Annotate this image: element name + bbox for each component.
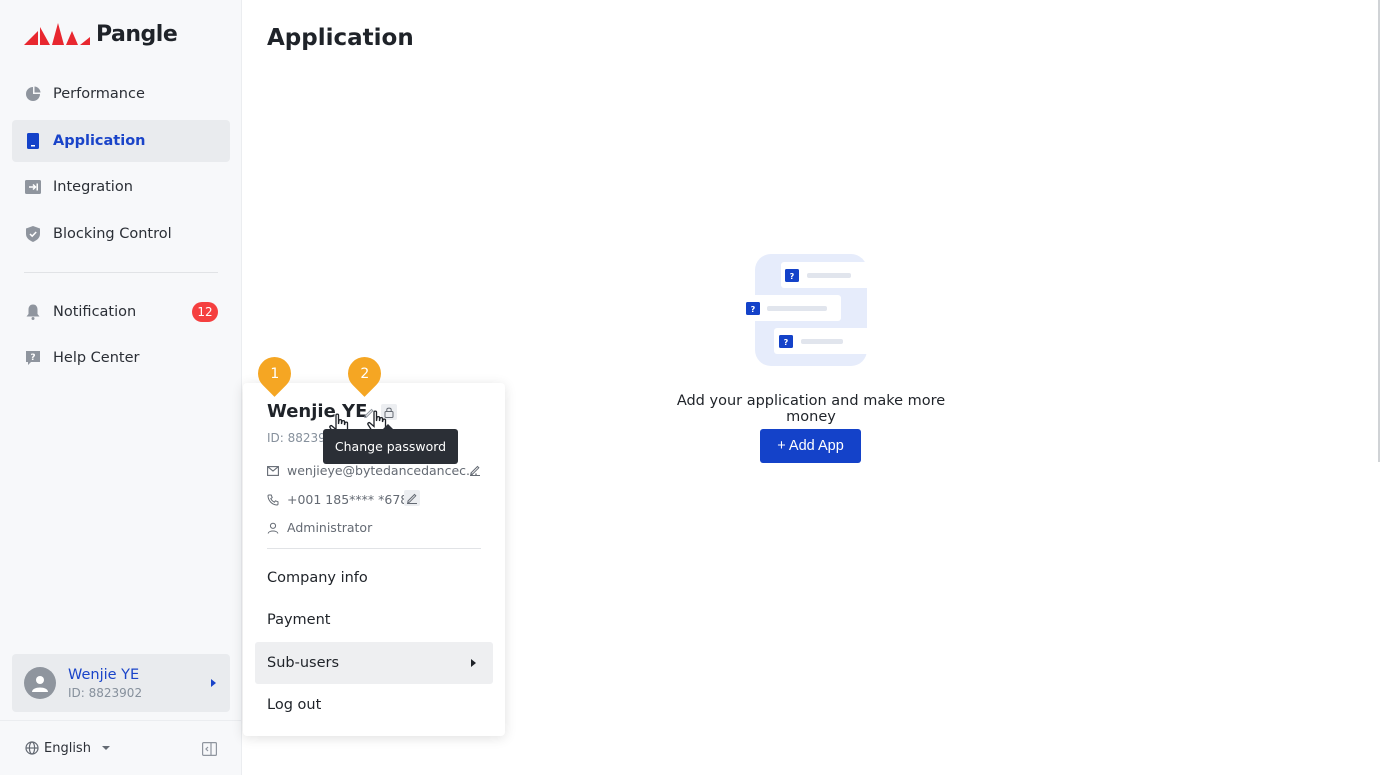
logo-text: Pangle	[96, 21, 178, 47]
language-label: English	[44, 740, 91, 756]
profile-email: wenjieye@bytedancedancec...	[287, 463, 478, 478]
user-card-id: ID: 8823902	[68, 685, 143, 700]
phone-icon	[267, 494, 279, 506]
person-icon	[267, 522, 279, 534]
avatar	[24, 667, 56, 699]
user-icon	[32, 676, 48, 692]
step-marker-label: 1	[270, 365, 279, 382]
sidebar-user-card[interactable]: Wenjie YE ID: 8823902	[12, 654, 230, 712]
help-icon: ?	[24, 350, 41, 367]
menu-item-label: Sub-users	[267, 655, 340, 671]
logo-mark-icon	[24, 23, 90, 45]
svg-text:?: ?	[790, 272, 795, 281]
sidebar-item-label: Integration	[53, 179, 133, 195]
sidebar-footer: English	[0, 720, 241, 775]
notification-badge: 12	[192, 301, 218, 322]
profile-role-row: Administrator	[267, 520, 372, 535]
profile-divider	[267, 548, 481, 549]
menu-item-sub-users[interactable]: Sub-users	[255, 642, 493, 684]
sidebar-nav: Performance Application Integration Bloc…	[12, 73, 230, 384]
edit-email-icon[interactable]	[467, 462, 483, 478]
step-marker-label: 2	[360, 365, 369, 382]
language-selector[interactable]: English	[25, 741, 110, 756]
bell-icon	[24, 303, 41, 320]
change-password-tooltip: Change password	[323, 424, 458, 464]
empty-state-illustration: ? ? ?	[741, 254, 883, 366]
sidebar-item-performance[interactable]: Performance	[12, 73, 230, 115]
sidebar-item-label: Application	[53, 132, 146, 149]
profile-phone: +001 185**** *678	[287, 492, 409, 507]
sidebar-item-help-center[interactable]: ? Help Center	[12, 337, 230, 379]
sidebar-item-integration[interactable]: Integration	[12, 166, 230, 208]
pangle-logo[interactable]: Pangle	[24, 20, 178, 48]
page-title: Application	[267, 25, 414, 51]
caret-right-icon	[471, 659, 476, 667]
empty-state-message: Add your application and make more money	[676, 393, 946, 425]
sidebar-item-label: Blocking Control	[53, 225, 172, 242]
sidebar-item-label: Help Center	[53, 350, 140, 366]
svg-text:?: ?	[30, 353, 35, 363]
profile-phone-row: +001 185**** *678	[267, 492, 408, 507]
menu-item-company-info[interactable]: Company info	[267, 570, 368, 586]
user-card-text: Wenjie YE ID: 8823902	[68, 667, 142, 700]
caret-right-icon	[211, 679, 216, 687]
globe-icon	[25, 741, 39, 755]
sidebar-divider	[24, 271, 218, 273]
app-root: Pangle Performance Application Integrati…	[0, 0, 1380, 775]
edit-phone-icon[interactable]	[404, 490, 420, 506]
chevron-down-icon	[101, 746, 110, 750]
sidebar: Pangle Performance Application Integrati…	[0, 0, 242, 775]
profile-name: Wenjie YE	[267, 401, 368, 422]
sidebar-item-label: Notification	[53, 303, 137, 320]
profile-role: Administrator	[287, 520, 373, 535]
collapse-sidebar-icon[interactable]	[202, 741, 218, 760]
mail-icon	[267, 465, 279, 476]
sidebar-item-label: Performance	[53, 86, 145, 102]
integration-icon	[24, 179, 41, 196]
shield-icon	[24, 225, 41, 242]
menu-item-log-out[interactable]: Log out	[267, 697, 321, 713]
svg-text:?: ?	[751, 305, 756, 314]
menu-item-payment[interactable]: Payment	[267, 612, 330, 628]
pie-chart-icon	[24, 86, 41, 103]
user-card-name: Wenjie YE	[68, 666, 140, 683]
add-app-button-label: + Add App	[777, 438, 844, 454]
profile-email-row: wenjieye@bytedancedancec...	[267, 463, 478, 478]
svg-text:?: ?	[784, 338, 789, 347]
sidebar-item-notification[interactable]: Notification 12	[12, 291, 230, 333]
sidebar-item-application[interactable]: Application	[12, 119, 230, 162]
sidebar-item-blocking-control[interactable]: Blocking Control	[12, 213, 230, 255]
app-icon	[24, 132, 41, 149]
add-app-button[interactable]: + Add App	[760, 429, 861, 463]
